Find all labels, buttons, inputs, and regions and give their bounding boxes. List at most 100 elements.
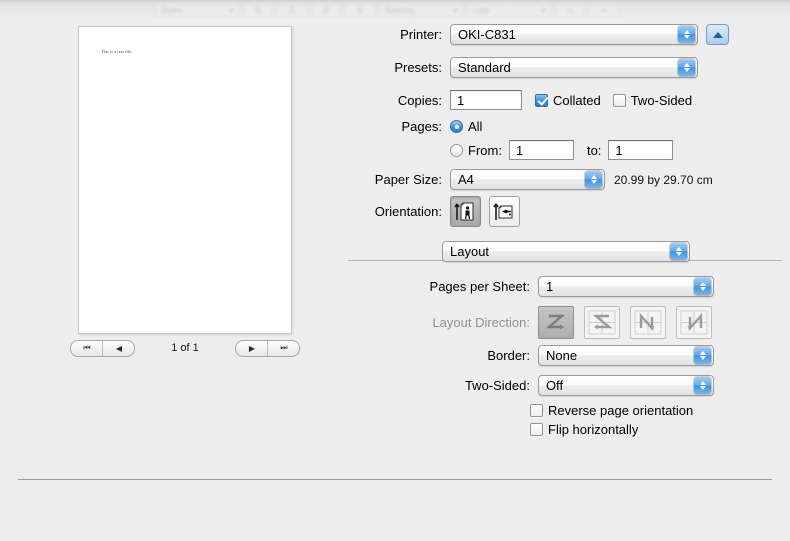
- flip-horizontally-label: Flip horizontally: [548, 422, 639, 437]
- reverse-page-orientation-row[interactable]: Reverse page orientation: [340, 403, 790, 418]
- pages-all-label: All: [468, 119, 483, 134]
- pane-selector-row: Layout: [340, 241, 790, 262]
- paper-size-value: A4: [458, 172, 474, 187]
- presets-popup-arrows-icon: [678, 59, 695, 76]
- paper-size-row: Paper Size: A4 20.99 by 29.70 cm: [340, 169, 790, 190]
- layout-direction-option-n-down-left[interactable]: [676, 306, 712, 339]
- direction-n-down-right-icon: [634, 310, 662, 335]
- printer-popup-arrows-icon: [678, 26, 695, 43]
- printer-row: Printer: OKI-C831: [340, 24, 790, 45]
- background-outdent-icon: ≡: [589, 2, 619, 18]
- background-app-toolbar: Styles ▾ ☰ ☰ ☰ ☰ Spacing ▾ Lists ▾ ≡ ≡: [0, 0, 790, 18]
- border-value: None: [546, 348, 578, 363]
- background-styles-popup: Styles ▾: [155, 2, 239, 18]
- print-settings-pane: Printer: OKI-C831 Presets: Standard Copi…: [340, 18, 790, 473]
- collated-checkbox[interactable]: [535, 93, 548, 107]
- pages-from-radio-group[interactable]: From:: [450, 143, 502, 158]
- background-align-justify-icon: ☰: [345, 2, 375, 18]
- two-sided-checkbox[interactable]: [612, 93, 626, 107]
- direction-z-right-down-icon: [542, 310, 570, 335]
- page-nav-back-group: ⏮ ◀: [70, 339, 135, 357]
- pages-from-radio[interactable]: [450, 143, 463, 157]
- two-sided-checkbox-group[interactable]: Two-Sided: [612, 92, 693, 108]
- presets-row: Presets: Standard: [340, 57, 790, 78]
- pane-selector-popup[interactable]: Layout: [442, 241, 690, 262]
- paper-size-dimensions: 20.99 by 29.70 cm: [614, 172, 713, 187]
- background-spacing-label: Spacing: [385, 5, 414, 15]
- background-lists-popup: Lists ▾: [467, 2, 551, 18]
- layout-direction-label: Layout Direction:: [432, 315, 530, 330]
- flip-horizontally-checkbox[interactable]: [530, 423, 543, 436]
- pages-to-value: 1: [615, 142, 623, 158]
- background-align-left-icon: ☰: [243, 2, 273, 18]
- flip-horizontally-row[interactable]: Flip horizontally: [340, 422, 790, 437]
- two-sided-popup[interactable]: Off: [538, 375, 714, 396]
- copies-row: Copies: 1 Collated Two-Sided: [340, 90, 790, 110]
- background-indent-icon: ≡: [555, 2, 585, 18]
- layout-direction-option-z-left-down[interactable]: [584, 306, 620, 339]
- orientation-landscape-button[interactable]: [489, 196, 520, 227]
- previous-page-icon[interactable]: ◀: [102, 340, 134, 356]
- background-styles-label: Styles: [161, 5, 183, 15]
- pages-per-sheet-popup[interactable]: 1: [538, 276, 714, 297]
- paper-size-label: Paper Size:: [374, 172, 442, 187]
- pages-per-sheet-value: 1: [546, 279, 554, 294]
- two-sided-row: Two-Sided: Off: [340, 375, 790, 396]
- page-nav-forward-group: ▶ ⏭: [235, 339, 300, 357]
- triangle-up-icon: [712, 31, 723, 38]
- pages-range-row: From: 1 to: 1: [340, 140, 790, 160]
- page-navigation: ⏮ ◀ 1 of 1 ▶ ⏭: [70, 338, 300, 358]
- printer-value: OKI-C831: [458, 27, 516, 42]
- presets-popup[interactable]: Standard: [450, 57, 698, 78]
- copies-input[interactable]: 1: [450, 90, 522, 110]
- footer-separator: [18, 479, 772, 480]
- page-count-label: 1 of 1: [171, 342, 199, 354]
- orientation-portrait-button[interactable]: [450, 196, 481, 227]
- collated-label: Collated: [553, 92, 601, 108]
- pages-to-label: to:: [586, 142, 602, 158]
- background-align-center-icon: ☰: [277, 2, 307, 18]
- paper-size-popup[interactable]: A4: [450, 169, 605, 190]
- background-align-right-icon: ☰: [311, 2, 341, 18]
- portrait-page-icon: [453, 201, 473, 220]
- page-preview-sheet: This is a test file.: [78, 26, 292, 334]
- pages-all-radio-group[interactable]: All: [450, 119, 482, 134]
- layout-direction-option-n-down-right[interactable]: [630, 306, 666, 339]
- direction-n-down-left-icon: [680, 310, 708, 335]
- paper-size-popup-arrows-icon: [585, 171, 602, 188]
- background-spacing-popup: Spacing ▾: [379, 2, 463, 18]
- border-row: Border: None: [340, 345, 790, 366]
- last-page-icon[interactable]: ⏭: [267, 340, 299, 356]
- pages-all-radio[interactable]: [450, 120, 463, 133]
- orientation-label: Orientation:: [374, 204, 442, 219]
- dialog-footer: ? PDF ▼ Cancel Print: [0, 488, 790, 541]
- print-preview-pane: This is a test file. ⏮ ◀ 1 of 1 ▶ ⏭: [0, 18, 340, 473]
- printer-details-disclosure-button[interactable]: [706, 24, 729, 45]
- pane-selector-popup-arrows-icon: [670, 243, 687, 260]
- pages-to-input[interactable]: 1: [608, 140, 674, 160]
- pane-selector-value: Layout: [450, 244, 490, 259]
- reverse-page-orientation-label: Reverse page orientation: [548, 403, 694, 418]
- copies-label: Copies:: [397, 92, 442, 108]
- landscape-page-icon: [492, 203, 512, 220]
- printer-popup[interactable]: OKI-C831: [450, 24, 698, 45]
- background-toolbar-controls: Styles ▾ ☰ ☰ ☰ ☰ Spacing ▾ Lists ▾ ≡ ≡: [155, 2, 790, 18]
- border-label: Border:: [487, 348, 530, 363]
- collated-checkbox-group[interactable]: Collated: [535, 93, 601, 108]
- reverse-page-orientation-checkbox[interactable]: [530, 404, 543, 417]
- layout-direction-option-z-right-down[interactable]: [538, 306, 574, 339]
- two-sided-value: Off: [546, 378, 564, 393]
- pages-from-input[interactable]: 1: [508, 140, 574, 160]
- border-popup[interactable]: None: [538, 345, 714, 366]
- next-page-icon[interactable]: ▶: [236, 341, 267, 356]
- first-page-icon[interactable]: ⏮: [71, 341, 102, 356]
- pages-per-sheet-popup-arrows-icon: [694, 278, 711, 295]
- page-preview-text: This is a test file.: [101, 49, 133, 54]
- background-lists-label: Lists: [473, 5, 490, 15]
- printer-label: Printer:: [400, 27, 442, 42]
- pages-all-row: Pages: All: [340, 119, 790, 134]
- two-sided-checkbox-label: Two-Sided: [630, 92, 693, 108]
- pages-per-sheet-row: Pages per Sheet: 1: [340, 276, 790, 297]
- two-sided-popup-arrows-icon: [694, 377, 711, 394]
- pages-per-sheet-label: Pages per Sheet:: [429, 279, 530, 294]
